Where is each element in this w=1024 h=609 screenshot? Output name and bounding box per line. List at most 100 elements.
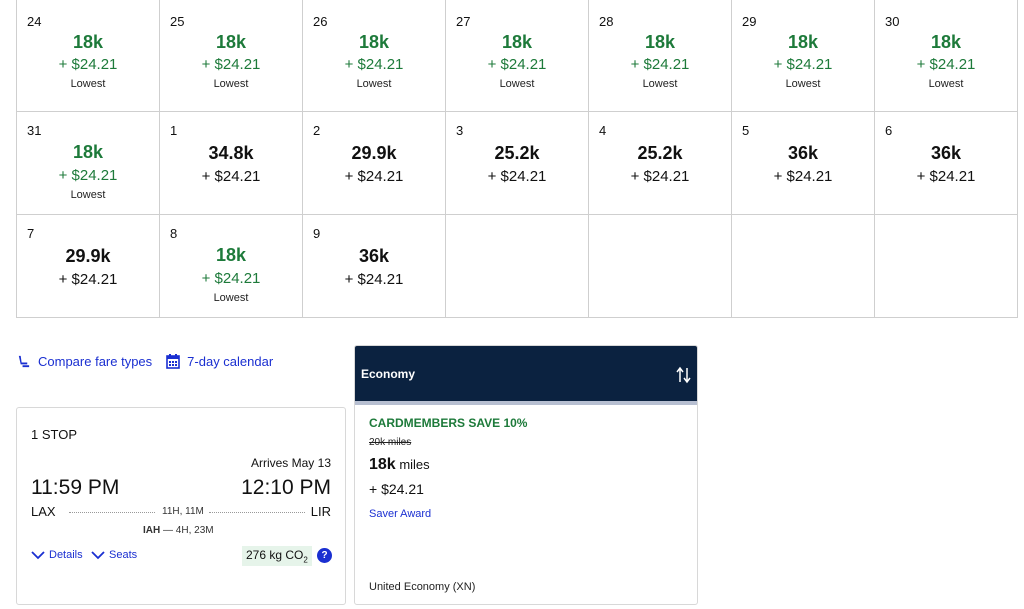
calendar-day-tax: + $24.21 [344,56,404,73]
calendar-day-tax: + $24.21 [487,168,547,185]
calendar-day-cell[interactable]: 27 18k + $24.21 Lowest [446,0,589,112]
calendar-day-number: 6 [885,123,893,138]
fare-option-card[interactable]: Economy CARDMEMBERS SAVE 10% 20k miles 1… [354,345,698,605]
departure-time: 11:59 PM [31,476,120,499]
calendar-day-lowest-label: Lowest [928,78,964,90]
sort-icon[interactable] [676,366,692,389]
calendar-day-tax: + $24.21 [201,56,261,73]
calendar-day-cell[interactable]: 4 25.2k + $24.21 [589,112,732,215]
fare-column-header: Economy [355,346,697,405]
calendar-day-lowest-label: Lowest [213,292,249,304]
fare-miles-value: 18k [369,456,396,473]
calendar-day-tax: + $24.21 [916,168,976,185]
calendar-day-miles: 18k [72,142,104,162]
calendar-week-row: 7 29.9k + $24.21 8 18k + $24.21 Lowest 9 36k + $2… [17,215,1018,318]
calendar-day-number: 1 [170,123,178,138]
calendar-day-cell[interactable]: 7 29.9k + $24.21 [17,215,160,318]
calendar-day-number: 4 [599,123,607,138]
calendar-day-number: 3 [456,123,464,138]
calendar-day-lowest-label: Lowest [70,78,106,90]
seven-day-calendar-label: 7-day calendar [187,354,274,369]
co2-emissions-badge: 276 kg CO2 [242,546,312,567]
calendar-day-number: 9 [313,226,321,241]
arrival-time: 12:10 PM [241,476,331,499]
calendar-day-miles: 18k [358,32,390,52]
calendar-day-cell[interactable]: 29 18k + $24.21 Lowest [732,0,875,112]
compare-fare-types-link[interactable]: Compare fare types [16,354,152,369]
help-icon[interactable]: ? [317,548,332,563]
calendar-day-miles: 29.9k [351,143,397,163]
calendar-day-number: 7 [27,226,35,241]
fare-miles-unit: miles [395,457,430,472]
calendar-day-miles: 18k [501,32,533,52]
calendar-day-number: 28 [599,14,614,29]
details-toggle[interactable]: Details [31,549,83,561]
calendar-day-miles: 25.2k [494,143,540,163]
connection-info: IAH — 4H, 23M [143,525,214,536]
calendar-day-lowest-label: Lowest [213,78,249,90]
calendar-day-lowest-label: Lowest [642,78,678,90]
connection-airport: IAH [143,525,161,536]
seats-toggle[interactable]: Seats [91,549,137,561]
calendar-day-tax: + $24.21 [773,56,833,73]
calendar-day-miles: 34.8k [208,143,254,163]
calendar-day-miles: 36k [358,246,390,266]
calendar-day-miles: 18k [215,32,247,52]
calendar-day-tax: + $24.21 [201,168,261,185]
calendar-day-tax: + $24.21 [201,270,261,287]
calendar-day-tax: + $24.21 [344,271,404,288]
calendar-empty-cell [589,215,732,318]
calendar-day-cell[interactable]: 6 36k + $24.21 [875,112,1018,215]
calendar-day-cell[interactable]: 3 25.2k + $24.21 [446,112,589,215]
calendar-day-miles: 29.9k [65,246,111,266]
calendar-day-cell[interactable]: 28 18k + $24.21 Lowest [589,0,732,112]
calendar-day-lowest-label: Lowest [499,78,535,90]
flight-summary-card: 1 STOP Arrives May 13 11:59 PM 12:10 PM … [16,407,346,605]
calendar-day-cell[interactable]: 9 36k + $24.21 [303,215,446,318]
saver-award-link[interactable]: Saver Award [369,508,431,520]
calendar-day-miles: 18k [930,32,962,52]
calendar-day-tax: + $24.21 [916,56,976,73]
calendar-empty-cell [446,215,589,318]
co2-value: 276 kg CO [246,548,304,562]
calendar-day-tax: + $24.21 [487,56,547,73]
connection-time: — 4H, 23M [160,525,214,536]
seven-day-calendar-link[interactable]: 7-day calendar [166,354,273,369]
calendar-day-miles: 18k [215,245,247,265]
calendar-day-lowest-label: Lowest [785,78,821,90]
calendar-day-cell[interactable]: 26 18k + $24.21 Lowest [303,0,446,112]
calendar-day-cell[interactable]: 30 18k + $24.21 Lowest [875,0,1018,112]
route-line-right [209,512,305,513]
calendar-week-row: 3 1 18k + $24.21 Lowest 1 34.8k + $24.21 2 29.9k +… [17,112,1018,215]
fare-links: Compare fare types 7-day calendar [16,354,287,369]
calendar-day-miles: 18k [787,32,819,52]
flight-duration: 11H, 11M [162,506,204,517]
calendar-day-tax: + $24.21 [58,167,118,184]
calendar-day-cell[interactable]: 8 18k + $24.21 Lowest [160,215,303,318]
calendar-day-cell[interactable]: 31 18k + $24.21 Lowest [17,112,160,215]
calendar-day-number: 25 [170,14,185,29]
calendar-empty-cell [875,215,1018,318]
calendar-day-number: 2 [313,123,321,138]
calendar-day-cell[interactable]: 5 36k + $24.21 [732,112,875,215]
calendar-week-row: 24 18k + $24.21 Lowest 25 18k + $24.21 Lowest 26… [17,0,1018,112]
arrival-date: Arrives May 13 [250,456,331,470]
calendar-day-tax: + $24.21 [630,168,690,185]
original-price: 20k miles [369,437,412,448]
calendar-day-miles: 36k [787,143,819,163]
calendar-day-lowest-label: Lowest [70,189,106,201]
calendar-day-number: 29 [742,14,757,29]
destination-airport: LIR [310,504,331,519]
calendar-day-miles: 18k [644,32,676,52]
cabin-detail: United Economy (XN) [369,581,476,593]
calendar-day-number: 24 [27,14,42,29]
calendar-day-cell[interactable]: 1 34.8k + $24.21 [160,112,303,215]
calendar-day-tax: + $24.21 [630,56,690,73]
chevron-down-icon [91,550,105,559]
calendar-day-cell[interactable]: 2 29.9k + $24.21 [303,112,446,215]
calendar-day-cell[interactable]: 25 18k + $24.21 Lowest [160,0,303,112]
calendar-day-lowest-label: Lowest [356,78,392,90]
calendar-day-cell[interactable]: 24 18k + $24.21 Lowest [17,0,160,112]
details-label: Details [49,549,83,561]
fare-miles: 18k miles [369,456,430,474]
